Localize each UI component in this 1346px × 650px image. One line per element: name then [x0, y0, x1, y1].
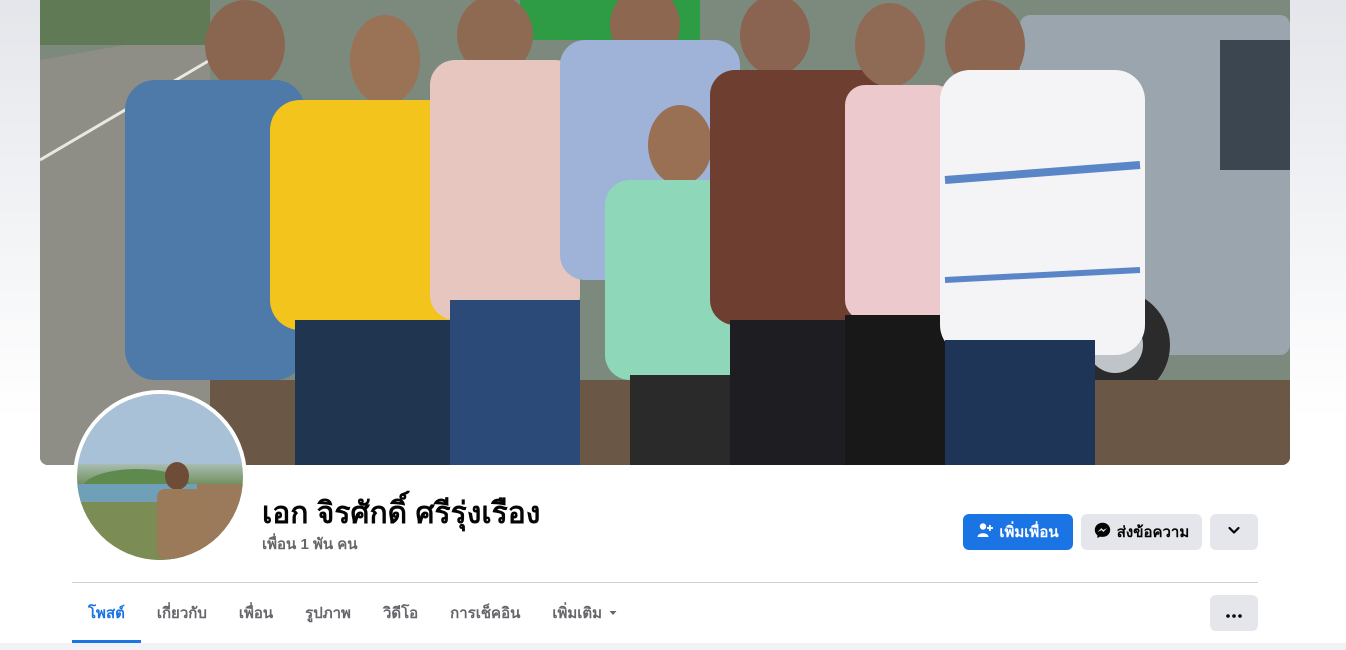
messenger-icon — [1094, 522, 1111, 543]
tab-label: โพสต์ — [88, 605, 125, 622]
tab-label: เพิ่มเติม — [552, 605, 603, 622]
tab-checkins[interactable]: การเช็คอิน — [434, 583, 536, 643]
tab-friends[interactable]: เพื่อน — [223, 583, 289, 643]
more-options-button[interactable] — [1210, 595, 1258, 631]
tab-more[interactable]: เพิ่มเติม — [536, 583, 634, 643]
ellipsis-icon — [1226, 605, 1242, 622]
tab-label: เพื่อน — [238, 605, 274, 622]
message-label: ส่งข้อความ — [1116, 524, 1190, 541]
chevron-down-icon — [1227, 523, 1241, 541]
profile-avatar[interactable] — [73, 390, 247, 564]
tab-posts[interactable]: โพสต์ — [72, 583, 141, 643]
person-plus-icon — [977, 522, 994, 542]
friends-count[interactable]: เพื่อน 1 พัน คน — [262, 532, 358, 556]
cover-photo[interactable] — [40, 0, 1290, 465]
tab-label: รูปภาพ — [305, 605, 351, 622]
more-actions-button[interactable] — [1210, 514, 1258, 550]
tab-label: วิดีโอ — [382, 605, 419, 622]
cover-photo-image — [40, 0, 1290, 465]
content-area-top — [0, 643, 1346, 650]
tab-videos[interactable]: วิดีโอ — [367, 583, 434, 643]
tab-label: เกี่ยวกับ — [156, 605, 207, 622]
add-friend-label: เพิ่มเพื่อน — [999, 524, 1059, 541]
profile-tabs: โพสต์ เกี่ยวกับ เพื่อน รูปภาพ วิดีโอ การ… — [72, 583, 634, 643]
tab-label: การเช็คอิน — [450, 605, 521, 622]
add-friend-button[interactable]: เพิ่มเพื่อน — [963, 514, 1073, 550]
tab-about[interactable]: เกี่ยวกับ — [141, 583, 223, 643]
profile-name: เอก จิรศักดิ์ ศรีรุ่งเรือง — [262, 497, 541, 530]
caret-down-icon — [608, 605, 618, 622]
profile-avatar-image — [77, 394, 243, 560]
message-button[interactable]: ส่งข้อความ — [1081, 514, 1202, 550]
tab-photos[interactable]: รูปภาพ — [289, 583, 367, 643]
